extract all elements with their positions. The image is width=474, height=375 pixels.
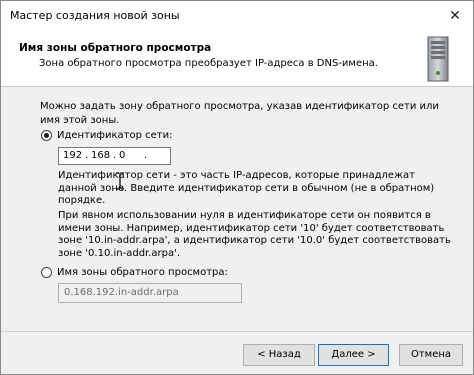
window-title: Мастер создания новой зоны xyxy=(10,9,180,22)
wizard-header: Имя зоны обратного просмотра Зона обратн… xyxy=(1,31,473,87)
radio-network-id-button[interactable] xyxy=(41,130,52,141)
octet-separator: . xyxy=(113,150,117,161)
radio-network-id-label: Идентификатор сети: xyxy=(57,130,173,141)
zone-name-field[interactable]: 0.168.192.in-addr.arpa xyxy=(58,283,242,303)
footer-divider xyxy=(1,331,473,332)
network-id-input[interactable]: 192 . 168 . 0 . xyxy=(58,147,171,165)
wizard-content: Можно задать зону обратного просмотра, у… xyxy=(1,87,473,327)
octet-2[interactable]: 168 xyxy=(91,150,110,161)
wizard-window: Мастер создания новой зоны ✕ Имя зоны об… xyxy=(0,0,474,375)
cancel-button[interactable]: Отмена xyxy=(399,344,463,366)
intro-text: Можно задать зону обратного просмотра, у… xyxy=(40,101,439,126)
radio-network-id[interactable]: Идентификатор сети: xyxy=(41,130,172,141)
zero-usage-note: При явном использовании нуля в идентифик… xyxy=(58,210,451,259)
radio-zone-name[interactable]: Имя зоны обратного просмотра: xyxy=(41,267,228,278)
octet-3[interactable]: 0 xyxy=(119,150,125,161)
radio-zone-name-button[interactable] xyxy=(41,267,52,278)
octet-separator: . xyxy=(85,150,89,161)
page-subtitle: Зона обратного просмотра преобразует IP-… xyxy=(39,58,378,69)
radio-zone-name-label: Имя зоны обратного просмотра: xyxy=(57,267,228,278)
server-icon xyxy=(427,36,449,82)
title-bar: Мастер создания новой зоны ✕ xyxy=(1,1,473,31)
next-button[interactable]: Далее > xyxy=(318,344,389,366)
octet-1[interactable]: 192 xyxy=(63,150,82,161)
close-icon[interactable]: ✕ xyxy=(445,6,465,26)
back-button[interactable]: < Назад xyxy=(243,344,315,366)
octet-separator: . xyxy=(144,150,148,161)
text-cursor-icon xyxy=(116,172,124,190)
page-title: Имя зоны обратного просмотра xyxy=(19,42,212,54)
